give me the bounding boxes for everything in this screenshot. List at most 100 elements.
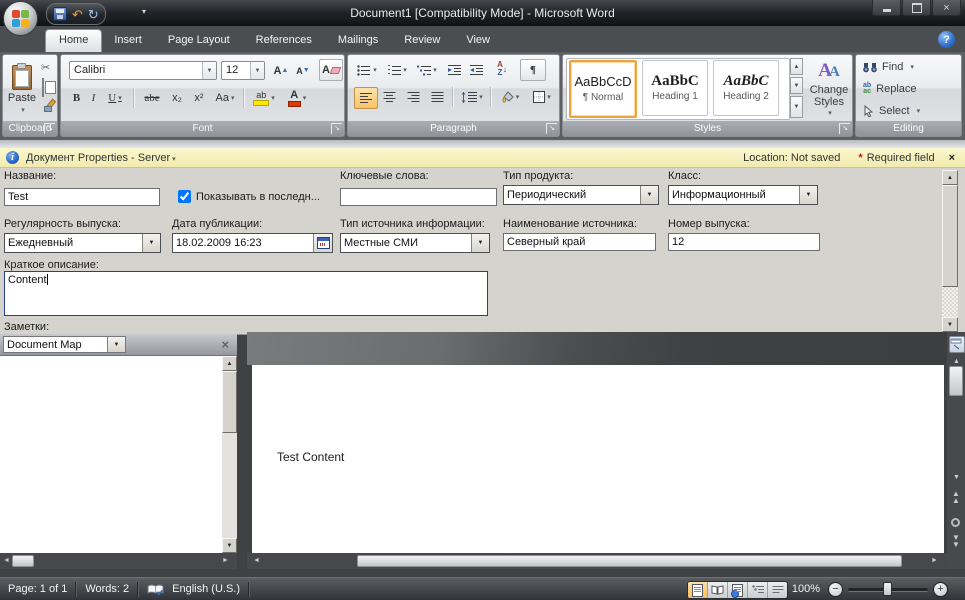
source-type-combo[interactable]: Местные СМИ ▼ [340, 233, 490, 253]
full-screen-reading-view-button[interactable] [708, 582, 728, 598]
dropdown-arrow-icon[interactable]: ▼ [471, 234, 489, 252]
next-page-icon[interactable]: ▼▼ [952, 534, 960, 548]
line-spacing-button[interactable] [458, 87, 486, 107]
help-button[interactable]: ? [938, 31, 955, 48]
tab-page-layout[interactable]: Page Layout [155, 30, 243, 52]
chevron-down-icon[interactable]: ▼ [202, 62, 216, 79]
tab-insert[interactable]: Insert [101, 30, 155, 52]
scroll-left-icon[interactable]: ◄ [253, 553, 260, 569]
zoom-out-button[interactable]: − [828, 582, 843, 597]
close-button[interactable]: × [932, 0, 961, 16]
superscript-button[interactable]: x² [189, 88, 209, 108]
properties-scrollbar-thumb[interactable] [942, 185, 958, 287]
style-normal[interactable]: AaBbCcD ¶ Normal [569, 60, 637, 118]
scroll-down-icon[interactable]: ▼ [942, 317, 958, 332]
ruler-toggle-button[interactable] [949, 336, 965, 353]
previous-page-icon[interactable]: ▲▲ [952, 490, 960, 504]
print-layout-view-button[interactable] [688, 582, 708, 598]
web-layout-view-button[interactable] [728, 582, 748, 598]
gallery-scroll-up-icon[interactable]: ▲ [790, 58, 803, 75]
font-name-combo[interactable]: Calibri ▼ [69, 61, 217, 80]
dropdown-arrow-icon[interactable]: ▼ [107, 337, 125, 352]
minimize-button[interactable] [872, 0, 901, 16]
multilevel-list-button[interactable] [414, 61, 440, 79]
increase-indent-button[interactable] [466, 61, 486, 79]
word-count[interactable]: Words: 2 [85, 583, 129, 595]
issue-number-field[interactable] [668, 233, 820, 251]
scroll-down-icon[interactable]: ▼ [222, 538, 237, 553]
document-map-scrollbar[interactable]: ▲ ▼ [222, 356, 237, 553]
office-button[interactable] [3, 1, 38, 36]
subscript-button[interactable]: x₂ [167, 88, 187, 108]
document-map-pane[interactable]: ▲ ▼ [0, 356, 237, 553]
document-map-combo[interactable]: Document Map ▼ [3, 336, 126, 353]
close-document-map-icon[interactable]: × [221, 337, 229, 352]
bullets-button[interactable] [354, 61, 380, 79]
styles-dialog-launcher-icon[interactable] [839, 123, 850, 134]
grow-font-button[interactable]: A▲ [271, 61, 291, 80]
align-right-button[interactable] [402, 87, 424, 107]
strikethrough-button[interactable]: abe [139, 88, 165, 108]
copy-icon[interactable] [42, 78, 44, 97]
gallery-scroll-down-icon[interactable]: ▼ [790, 77, 803, 94]
chevron-down-icon[interactable]: ▼ [250, 62, 264, 79]
document-map-scrollbar-thumb[interactable] [222, 371, 237, 433]
document-vscroll-thumb[interactable] [949, 366, 963, 396]
outline-view-button[interactable] [748, 582, 768, 598]
paragraph-dialog-launcher-icon[interactable] [546, 123, 557, 134]
scroll-up-icon[interactable]: ▲ [222, 356, 237, 371]
document-vscrollbar[interactable]: ▲ ▼ ▲▲ ▼▼ [947, 332, 965, 569]
show-hide-pilcrow-button[interactable]: ¶ [520, 59, 546, 81]
change-styles-button[interactable]: AA Change Styles [807, 59, 851, 119]
spellcheck-icon[interactable] [147, 583, 164, 596]
clipboard-dialog-launcher-icon[interactable] [44, 123, 55, 134]
tab-review[interactable]: Review [391, 30, 453, 52]
document-hscroll-thumb[interactable] [357, 555, 902, 567]
document-page[interactable]: Test Content [252, 365, 944, 553]
font-dialog-launcher-icon[interactable] [331, 123, 342, 134]
tab-references[interactable]: References [243, 30, 325, 52]
zoom-slider-thumb[interactable] [883, 582, 892, 596]
align-left-button[interactable] [354, 87, 378, 109]
italic-button[interactable]: I [87, 88, 100, 108]
document-area[interactable]: Test Content [247, 332, 947, 553]
style-heading1[interactable]: AaBbC Heading 1 [642, 60, 708, 116]
shrink-font-button[interactable]: A▼ [293, 61, 313, 80]
title-field[interactable] [4, 188, 160, 206]
document-map-hscroll-thumb[interactable] [12, 555, 34, 567]
paste-button[interactable]: Paste [6, 59, 38, 119]
replace-button[interactable]: abac Replace [863, 83, 917, 95]
language-indicator[interactable]: English (U.S.) [172, 583, 240, 595]
highlight-button[interactable]: ab [249, 88, 279, 108]
tab-home[interactable]: Home [46, 30, 101, 52]
dropdown-arrow-icon[interactable]: ▼ [142, 234, 160, 252]
font-size-combo[interactable]: 12 ▼ [221, 61, 265, 80]
tab-mailings[interactable]: Mailings [325, 30, 391, 52]
borders-button[interactable] [528, 87, 556, 107]
shading-button[interactable] [496, 87, 524, 107]
class-combo[interactable]: Информационный ▼ [668, 185, 818, 205]
dropdown-arrow-icon[interactable]: ▼ [640, 186, 658, 204]
change-case-button[interactable]: Aa [211, 88, 239, 108]
document-text[interactable]: Test Content [277, 450, 344, 464]
bold-button[interactable]: B [69, 88, 84, 108]
tab-view[interactable]: View [453, 30, 503, 52]
product-type-combo[interactable]: Периодический ▼ [503, 185, 659, 205]
source-name-field[interactable] [503, 233, 656, 251]
draft-view-button[interactable] [768, 582, 787, 598]
cut-icon[interactable]: ✂ [41, 61, 50, 74]
font-color-button[interactable]: A [283, 88, 311, 108]
sort-button[interactable]: AZ↓ [490, 59, 514, 79]
zoom-in-button[interactable]: + [933, 582, 948, 597]
clear-formatting-button[interactable]: A [319, 59, 343, 81]
underline-button[interactable]: U [103, 88, 127, 108]
properties-title[interactable]: Документ Properties - Server [26, 152, 176, 164]
calendar-picker-button[interactable] [313, 234, 332, 252]
justify-button[interactable] [426, 87, 448, 107]
regularity-combo[interactable]: Ежедневный ▼ [4, 233, 161, 253]
pub-date-field[interactable]: 18.02.2009 16:23 [172, 233, 333, 253]
show-in-recent-checkbox[interactable] [178, 190, 191, 203]
document-map-hscrollbar[interactable]: ◄ ► [0, 553, 237, 569]
restore-button[interactable] [902, 0, 931, 16]
scroll-right-icon[interactable]: ► [222, 553, 229, 569]
